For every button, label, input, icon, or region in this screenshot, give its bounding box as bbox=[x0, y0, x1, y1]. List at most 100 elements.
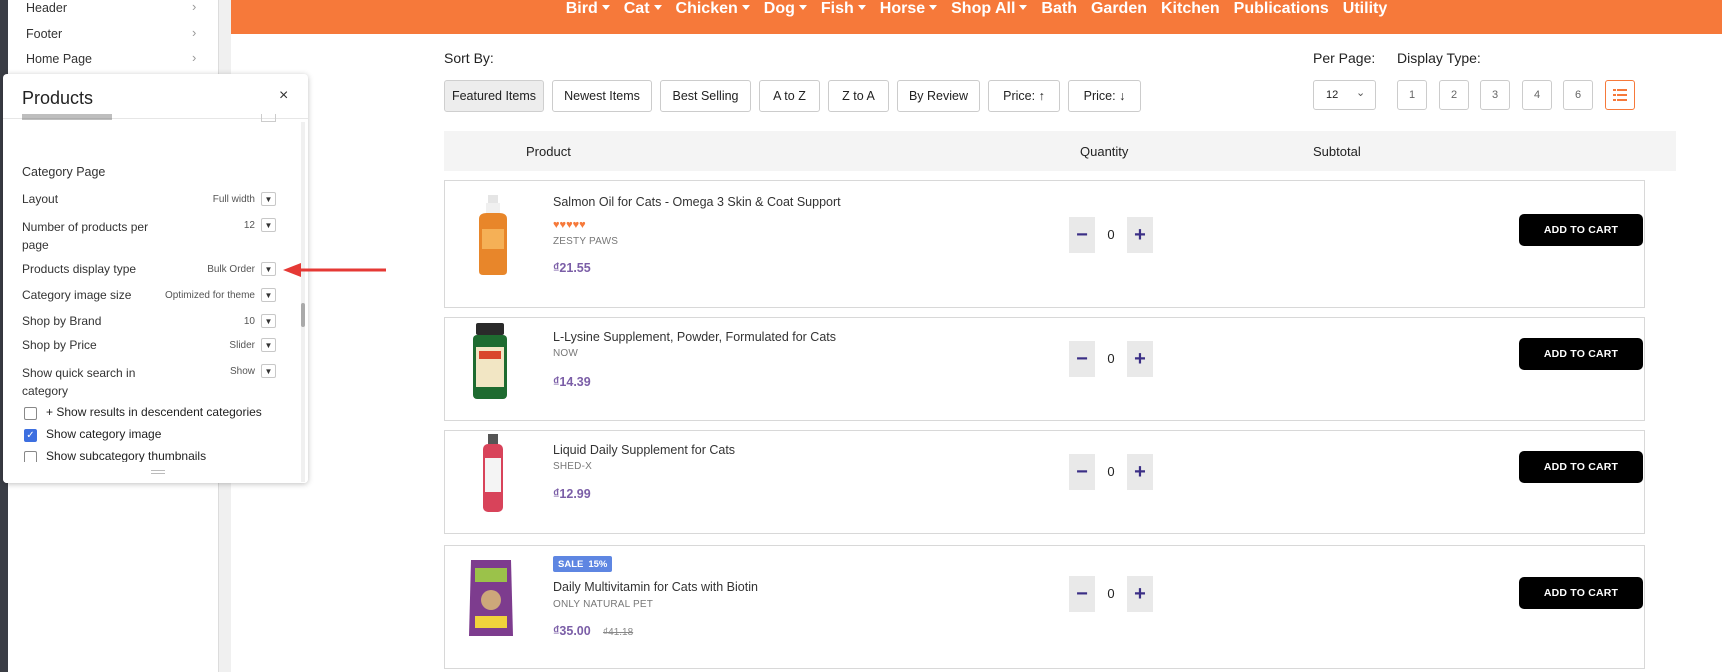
header-product: Product bbox=[526, 144, 571, 159]
display-type-4-button[interactable]: 4 bbox=[1522, 80, 1552, 110]
setting-category-image-size-value: Optimized for theme bbox=[164, 290, 255, 301]
product-image[interactable] bbox=[467, 558, 515, 638]
checkbox-descendent-categories-label: + Show results in descendent categories bbox=[46, 405, 262, 419]
qty-input[interactable]: 0 bbox=[1097, 351, 1125, 366]
chevron-down-icon[interactable]: ▼ bbox=[261, 338, 276, 352]
product-brand[interactable]: ONLY NATURAL PET bbox=[553, 599, 653, 610]
header-subtotal: Subtotal bbox=[1313, 144, 1361, 159]
increase-qty-button[interactable]: + bbox=[1127, 576, 1153, 612]
main-navigation: Bird Cat Chicken Dog Fish Horse Shop All Bath Ga… bbox=[231, 0, 1722, 34]
product-brand[interactable]: ZESTY PAWS bbox=[553, 236, 618, 247]
nav-item-bath[interactable]: Bath bbox=[1041, 0, 1077, 19]
display-type-list-button[interactable] bbox=[1605, 80, 1635, 110]
sort-price-desc-button[interactable]: Price: ↓ bbox=[1068, 80, 1141, 112]
sidebar-item-footer[interactable]: Footer bbox=[26, 27, 62, 41]
product-name[interactable]: Liquid Daily Supplement for Cats bbox=[553, 443, 735, 457]
chevron-down-icon[interactable]: ▼ bbox=[261, 364, 276, 378]
add-to-cart-button[interactable]: ADD TO CART bbox=[1519, 338, 1643, 370]
product-image[interactable] bbox=[470, 321, 510, 401]
sort-a-to-z-button[interactable]: A to Z bbox=[759, 80, 820, 112]
product-brand[interactable]: NOW bbox=[553, 348, 578, 359]
product-image[interactable] bbox=[473, 195, 513, 275]
product-price: ₫35.00 bbox=[553, 624, 591, 638]
display-type-1-button[interactable]: 1 bbox=[1397, 80, 1427, 110]
nav-item-publications[interactable]: Publications bbox=[1234, 0, 1329, 19]
product-price: ₫12.99 bbox=[553, 487, 591, 501]
product-image[interactable] bbox=[478, 434, 508, 514]
chevron-down-icon[interactable]: ▼ bbox=[261, 288, 276, 302]
product-price: ₫21.55 bbox=[553, 261, 591, 275]
nav-item-fish[interactable]: Fish bbox=[821, 0, 866, 19]
product-name[interactable]: Salmon Oil for Cats - Omega 3 Skin & Coa… bbox=[553, 195, 841, 209]
panel-scrollbar-thumb[interactable] bbox=[301, 303, 305, 327]
chevron-down-icon[interactable]: ▼ bbox=[261, 314, 276, 328]
sort-featured-button[interactable]: Featured Items bbox=[444, 80, 544, 112]
sort-z-to-a-button[interactable]: Z to A bbox=[828, 80, 889, 112]
close-icon[interactable]: × bbox=[279, 87, 288, 105]
nav-item-utility[interactable]: Utility bbox=[1343, 0, 1387, 19]
panel-scrollbar[interactable] bbox=[301, 122, 305, 482]
setting-category-image-size-label: Category image size bbox=[22, 288, 132, 302]
qty-input[interactable]: 0 bbox=[1097, 227, 1125, 242]
setting-shop-by-price-value: Slider bbox=[229, 340, 255, 351]
clipped-setting-text bbox=[22, 114, 112, 120]
setting-display-type-label: Products display type bbox=[22, 262, 137, 276]
rating-stars: ♥♥♥♥♥ bbox=[553, 219, 586, 231]
list-icon bbox=[1613, 89, 1627, 101]
sort-best-selling-button[interactable]: Best Selling bbox=[660, 80, 751, 112]
nav-item-cat[interactable]: Cat bbox=[624, 0, 662, 19]
nav-item-dog[interactable]: Dog bbox=[764, 0, 807, 19]
sort-by-review-button[interactable]: By Review bbox=[897, 80, 980, 112]
nav-item-garden[interactable]: Garden bbox=[1091, 0, 1147, 19]
nav-item-kitchen[interactable]: Kitchen bbox=[1161, 0, 1220, 19]
nav-item-chicken[interactable]: Chicken bbox=[676, 0, 750, 19]
setting-shop-by-brand-value: 10 bbox=[243, 316, 255, 327]
panel-title: Products bbox=[22, 88, 94, 108]
decrease-qty-button[interactable]: − bbox=[1069, 217, 1095, 253]
checkbox-descendent-categories[interactable] bbox=[24, 407, 37, 420]
caret-down-icon bbox=[741, 5, 750, 10]
chevron-down-icon[interactable]: ▼ bbox=[261, 218, 276, 232]
add-to-cart-button[interactable]: ADD TO CART bbox=[1519, 214, 1643, 246]
decrease-qty-button[interactable]: − bbox=[1069, 576, 1095, 612]
chevron-down-icon[interactable]: ▼ bbox=[261, 262, 276, 276]
display-type-3-button[interactable]: 3 bbox=[1480, 80, 1510, 110]
increase-qty-button[interactable]: + bbox=[1127, 217, 1153, 253]
per-page-label: Per Page: bbox=[1313, 50, 1376, 66]
section-title: Category Page bbox=[22, 165, 106, 179]
original-price: ₫41.18 bbox=[603, 627, 634, 638]
product-row: Salmon Oil for Cats - Omega 3 Skin & Coa… bbox=[444, 180, 1645, 308]
increase-qty-button[interactable]: + bbox=[1127, 454, 1153, 490]
resize-handle-icon[interactable] bbox=[151, 470, 165, 471]
decrease-qty-button[interactable]: − bbox=[1069, 341, 1095, 377]
add-to-cart-button[interactable]: ADD TO CART bbox=[1519, 451, 1643, 483]
add-to-cart-button[interactable]: ADD TO CART bbox=[1519, 577, 1643, 609]
product-name[interactable]: Daily Multivitamin for Cats with Biotin bbox=[553, 580, 758, 594]
sidebar-item-header[interactable]: Header bbox=[26, 1, 67, 15]
checkbox-show-category-image[interactable]: ✓ bbox=[24, 429, 37, 442]
setting-quick-search-label: Show quick search in category bbox=[22, 366, 136, 398]
clipped-dropdown[interactable] bbox=[261, 114, 276, 122]
display-type-2-button[interactable]: 2 bbox=[1439, 80, 1469, 110]
product-price: ₫14.39 bbox=[553, 375, 591, 389]
chevron-down-icon[interactable]: ▼ bbox=[261, 192, 276, 206]
increase-qty-button[interactable]: + bbox=[1127, 341, 1153, 377]
display-type-6-button[interactable]: 6 bbox=[1563, 80, 1593, 110]
sidebar-item-home-page[interactable]: Home Page bbox=[26, 52, 92, 66]
caret-down-icon bbox=[929, 5, 938, 10]
product-name[interactable]: L-Lysine Supplement, Powder, Formulated … bbox=[553, 330, 836, 344]
sort-newest-button[interactable]: Newest Items bbox=[552, 80, 652, 112]
nav-item-horse[interactable]: Horse bbox=[880, 0, 938, 19]
chevron-right-icon: › bbox=[192, 25, 197, 40]
qty-input[interactable]: 0 bbox=[1097, 586, 1125, 601]
caret-down-icon bbox=[1019, 5, 1028, 10]
decrease-qty-button[interactable]: − bbox=[1069, 454, 1095, 490]
per-page-select[interactable]: 12 ⌄ bbox=[1313, 80, 1376, 110]
nav-item-bird[interactable]: Bird bbox=[566, 0, 610, 19]
setting-shop-by-brand-label: Shop by Brand bbox=[22, 314, 102, 328]
product-brand[interactable]: SHED-X bbox=[553, 461, 592, 472]
nav-item-shop-all[interactable]: Shop All bbox=[951, 0, 1028, 19]
qty-input[interactable]: 0 bbox=[1097, 464, 1125, 479]
sort-price-asc-button[interactable]: Price: ↑ bbox=[988, 80, 1060, 112]
products-settings-panel: Products × Category Page Layout Full wid… bbox=[3, 74, 308, 483]
